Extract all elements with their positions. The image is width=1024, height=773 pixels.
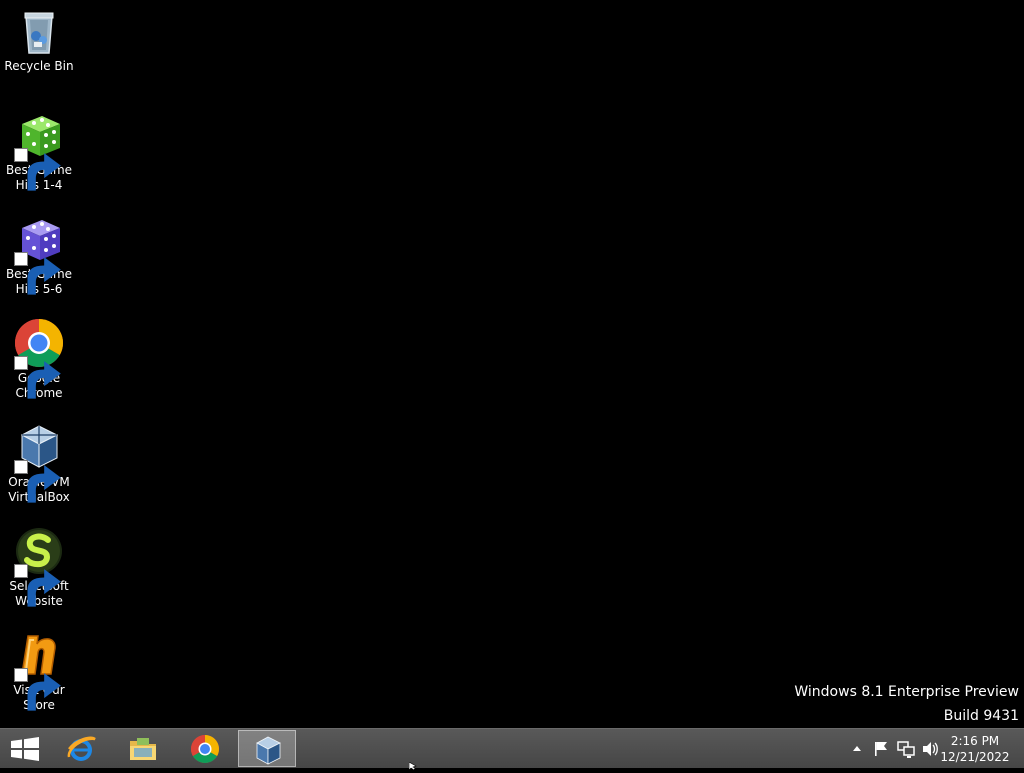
- shortcut-arrow-icon: [14, 148, 61, 191]
- speaker-icon: [923, 742, 938, 756]
- purple-dice-icon: [14, 214, 64, 295]
- chevron-up-icon: [853, 746, 861, 751]
- selectsoft-icon: [14, 526, 64, 607]
- desktop-icon-google-chrome[interactable]: Google Chrome: [0, 312, 78, 401]
- taskbar-file-explorer[interactable]: [114, 730, 172, 767]
- file-explorer-icon: [130, 738, 156, 760]
- desktop-icon-oracle-vm-virtualbox[interactable]: Oracle VM VirtualBox: [0, 416, 78, 505]
- desktop-icon-recycle-bin[interactable]: Recycle Bin: [0, 0, 78, 74]
- shortcut-arrow-icon: [14, 460, 61, 503]
- start-button[interactable]: [0, 729, 50, 769]
- desktop-icon-best-game-hits-1-4[interactable]: Best Game Hits 1-4: [0, 104, 78, 193]
- desktop[interactable]: Recycle Bin Best Game Hits 1-4: [0, 0, 1024, 728]
- shortcut-arrow-icon: [14, 668, 61, 711]
- windows-logo-icon: [11, 737, 39, 761]
- clock-date: 12/21/2022: [940, 750, 1010, 764]
- os-watermark-line1: Windows 8.1 Enterprise Preview: [794, 684, 1019, 700]
- virtualbox-icon: [14, 422, 64, 503]
- network-button[interactable]: [896, 729, 916, 769]
- mouse-cursor-icon: [409, 762, 417, 770]
- shortcut-arrow-icon: [14, 356, 61, 399]
- show-hidden-icons-button[interactable]: [850, 729, 864, 769]
- desktop-icon-label: Recycle Bin: [4, 59, 74, 73]
- desktop-icon-visit-our-store[interactable]: Visit Our Store: [0, 624, 78, 713]
- desktop-icon-selectsoft-website[interactable]: Selectsoft Website: [0, 520, 78, 609]
- shortcut-arrow-icon: [14, 564, 61, 607]
- taskbar-virtualbox[interactable]: [238, 730, 296, 767]
- shortcut-arrow-icon: [14, 252, 61, 295]
- taskbar-chrome[interactable]: [176, 730, 234, 767]
- internet-explorer-icon: [67, 736, 96, 761]
- store-icon: [14, 630, 64, 711]
- os-watermark-line2: Build 9431: [943, 708, 1019, 724]
- taskbar-internet-explorer[interactable]: [52, 730, 110, 767]
- taskbar: 2:16 PM 12/21/2022: [0, 728, 1024, 768]
- green-dice-icon: [14, 110, 64, 191]
- chrome-icon: [191, 735, 219, 763]
- action-center-button[interactable]: [872, 729, 890, 769]
- taskbar-clock[interactable]: 2:16 PM 12/21/2022: [940, 733, 1010, 765]
- chrome-icon: [14, 318, 64, 399]
- flag-icon: [875, 742, 887, 756]
- clock-time: 2:16 PM: [950, 734, 1000, 748]
- volume-button[interactable]: [920, 729, 940, 769]
- recycle-bin-icon: [14, 6, 64, 56]
- virtualbox-icon: [256, 736, 281, 765]
- network-icon: [897, 741, 915, 758]
- desktop-icon-best-game-hits-5-6[interactable]: Best Game Hits 5-6: [0, 208, 78, 297]
